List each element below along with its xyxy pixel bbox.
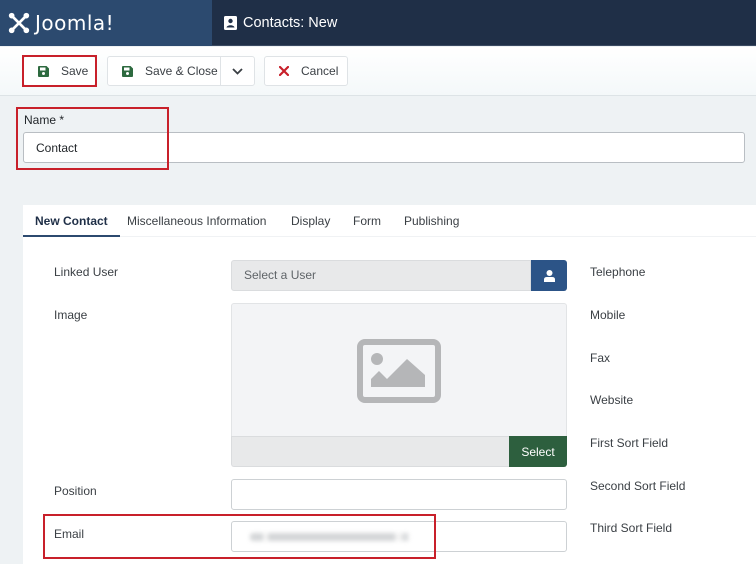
select-user-button[interactable] [531,260,567,291]
email-value-redacted [250,533,415,541]
tab-miscellaneous-information[interactable]: Miscellaneous Information [127,205,266,237]
third-sort-field-label: Third Sort Field [590,521,673,535]
first-sort-field-label: First Sort Field [590,436,669,450]
save-close-label: Save & Close [145,64,218,78]
image-preview [231,303,567,437]
user-icon [543,269,555,282]
tab-display[interactable]: Display [291,205,330,237]
save-close-button[interactable]: Save & Close [107,56,221,86]
tab-new-contact[interactable]: New Contact [23,205,120,237]
telephone-label: Telephone [590,265,646,279]
joomla-logo[interactable]: Joomla! [0,0,212,46]
page-title-area: Contacts: New [224,0,337,46]
cancel-button[interactable]: Cancel [264,56,348,86]
image-label: Image [54,308,88,322]
close-icon [279,66,289,76]
address-card-icon [224,16,237,30]
position-input[interactable] [231,479,567,510]
tab-publishing[interactable]: Publishing [404,205,459,237]
save-icon [38,65,49,77]
image-path-field[interactable] [231,436,510,467]
save-button[interactable]: Save [23,56,96,86]
tab-form[interactable]: Form [353,205,381,237]
save-label: Save [61,64,89,78]
save-icon [122,65,133,77]
joomla-logo-icon [8,12,30,34]
image-placeholder-icon [357,338,441,403]
position-label: Position [54,484,97,498]
linked-user-field[interactable]: Select a User [231,260,531,291]
top-header: Joomla! Contacts: New [0,0,756,46]
name-label: Name * [24,113,65,127]
second-sort-field-label: Second Sort Field [590,479,686,493]
cancel-label: Cancel [301,64,339,78]
email-label: Email [54,527,85,541]
name-input[interactable] [23,132,745,163]
toolbar: Save Save & Close Cancel [0,47,756,96]
brand-name: Joomla! [35,11,115,35]
website-label: Website [590,393,634,407]
image-select-button[interactable]: Select [509,436,567,467]
tab-bar: New Contact Miscellaneous Information Di… [23,205,756,237]
mobile-label: Mobile [590,308,626,322]
page-title: Contacts: New [243,15,338,31]
chevron-down-icon [232,67,243,75]
fax-label: Fax [590,351,611,365]
linked-user-label: Linked User [54,265,119,279]
save-options-dropdown[interactable] [220,56,255,86]
